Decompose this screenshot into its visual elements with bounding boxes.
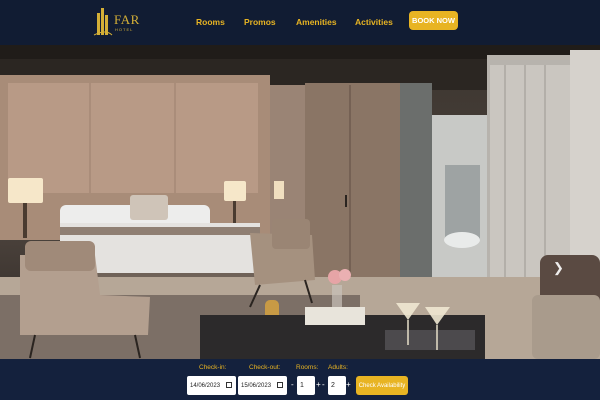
calendar-icon[interactable] [277, 382, 283, 388]
nav-link-amenities[interactable]: Amenities [296, 17, 337, 27]
book-now-button[interactable]: BOOK NOW [409, 11, 458, 30]
adults-plus-button[interactable]: + [346, 380, 351, 389]
chevron-right-icon[interactable]: ❯ [553, 260, 564, 276]
brand-name: FAR [114, 12, 140, 27]
nav-link-activities[interactable]: Activities [355, 17, 393, 27]
rooms-plus-button[interactable]: + [316, 380, 321, 389]
adults-label: Adults: [328, 364, 348, 371]
adults-input[interactable]: 2 [328, 376, 346, 395]
brand-subtitle: HOTEL [115, 27, 134, 32]
nav-link-promos[interactable]: Promos [244, 17, 276, 27]
top-navbar: FAR HOTEL Rooms Promos Amenities Activit… [0, 0, 600, 45]
checkout-date-value: 15/06/2023 [241, 382, 272, 389]
rooms-minus-button[interactable]: - [291, 380, 294, 389]
rooms-input[interactable]: 1 [297, 376, 315, 395]
nav-link-rooms[interactable]: Rooms [196, 17, 225, 27]
checkout-label: Check-out: [249, 364, 281, 371]
checkin-label: Check-in: [199, 364, 227, 371]
rooms-label: Rooms: [296, 364, 319, 371]
checkin-date-input[interactable]: 14/06/2023 [187, 376, 236, 395]
checkin-date-value: 14/06/2023 [190, 382, 221, 389]
calendar-icon[interactable] [226, 382, 232, 388]
check-availability-button[interactable]: Check Availability [356, 376, 408, 395]
adults-minus-button[interactable]: - [322, 380, 325, 389]
hotel-room-photo [0, 45, 600, 359]
hero-carousel: ❯ [0, 45, 600, 359]
checkout-date-input[interactable]: 15/06/2023 [238, 376, 287, 395]
